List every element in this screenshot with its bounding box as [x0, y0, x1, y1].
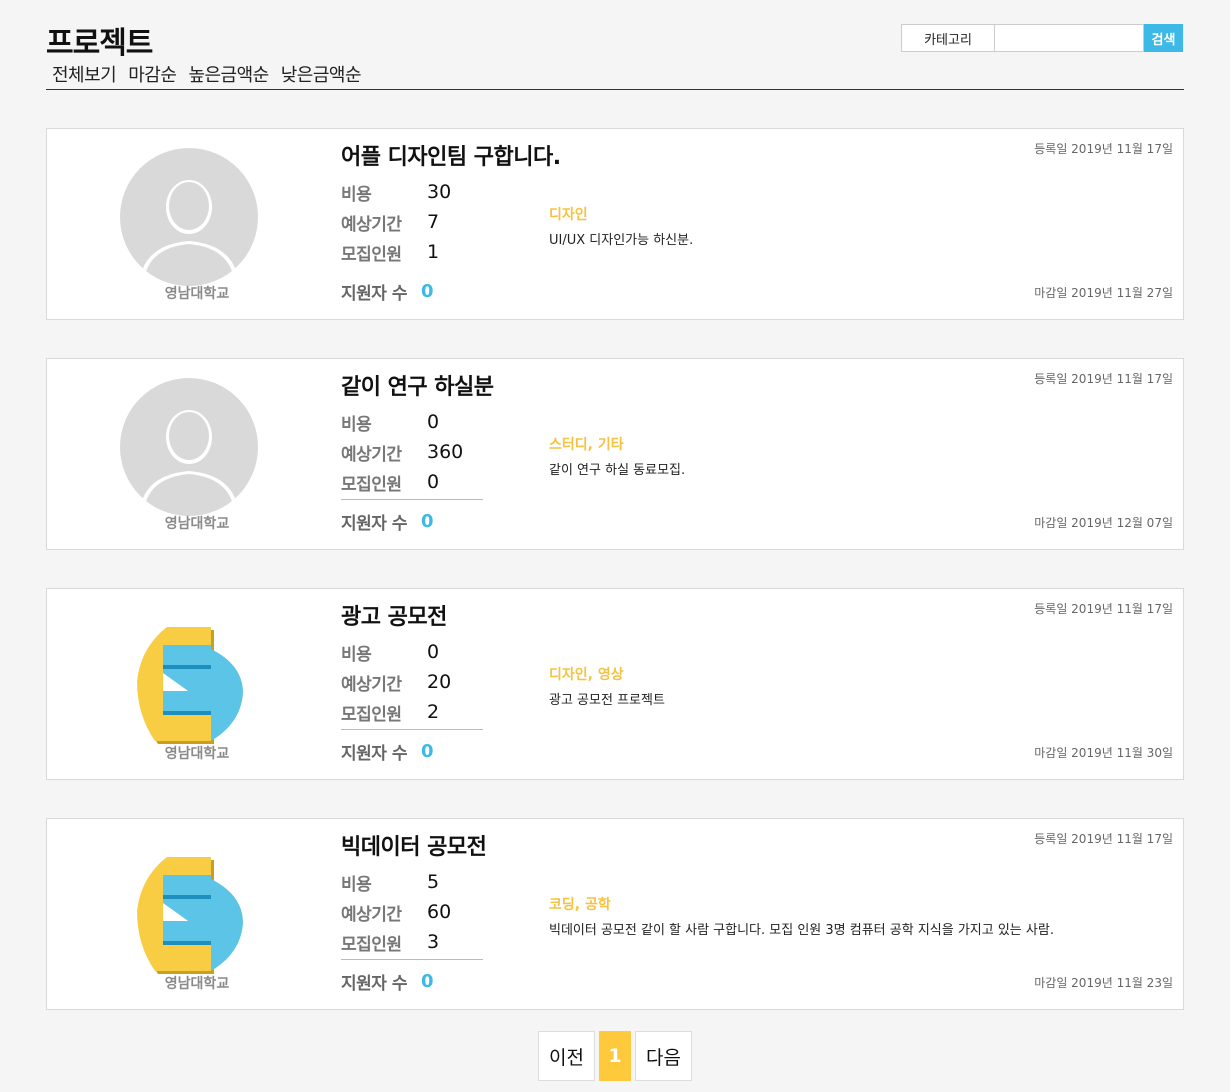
project-category: 스터디, 기타 — [549, 437, 624, 453]
project-title[interactable]: 광고 공모전 — [341, 599, 447, 631]
sort-tab-deadline[interactable]: 마감순 — [128, 64, 177, 89]
cost-value: 30 — [427, 181, 452, 203]
university-logo-icon — [137, 857, 243, 974]
registered-date: 등록일 2019년 11월 17일 — [1034, 372, 1173, 386]
cost-value: 0 — [427, 641, 440, 663]
applicants-count: 0 — [420, 281, 434, 302]
applicants-label: 지원자 수 — [341, 744, 407, 764]
registered-date: 등록일 2019년 11월 17일 — [1034, 832, 1173, 846]
duration-label: 예상기간 — [341, 904, 402, 925]
project-title[interactable]: 빅데이터 공모전 — [341, 829, 487, 861]
project-card[interactable]: 영남대학교 어플 디자인팀 구합니다. 비용 30 예상기간 7 모집인원 1 지원자… — [46, 128, 1184, 320]
cost-label: 비용 — [341, 184, 372, 205]
project-stats: 비용 0 예상기간 20 모집인원 2 — [341, 637, 483, 730]
deadline-date: 마감일 2019년 12월 07일 — [1034, 516, 1173, 530]
project-stats: 비용 5 예상기간 60 모집인원 3 — [341, 867, 483, 960]
duration-value: 360 — [427, 441, 464, 463]
project-description: UI/UX 디자인가능 하신분. — [549, 233, 694, 248]
project-description: 빅데이터 공모전 같이 할 사람 구합니다. 모집 인원 3명 컴퓨터 공학 지… — [549, 923, 1054, 938]
recruits-label: 모집인원 — [341, 934, 402, 955]
applicants: 지원자 수 0 — [341, 739, 434, 764]
sort-tab-high-price[interactable]: 높은금액순 — [188, 64, 269, 89]
project-stats: 비용 30 예상기간 7 모집인원 1 — [341, 177, 483, 267]
sort-tab-all[interactable]: 전체보기 — [52, 64, 117, 89]
search-area: 카테고리 검색 — [901, 24, 1183, 52]
duration-value: 7 — [427, 211, 440, 233]
applicants: 지원자 수 0 — [341, 509, 434, 534]
duration-label: 예상기간 — [341, 674, 402, 695]
school-name: 영남대학교 — [164, 286, 230, 302]
recruits-label: 모집인원 — [341, 704, 402, 725]
cost-value: 5 — [427, 871, 440, 893]
project-category: 디자인, 영상 — [549, 667, 624, 683]
deadline-date: 마감일 2019년 11월 23일 — [1034, 976, 1173, 990]
university-logo-icon — [137, 627, 243, 744]
recruits-value: 3 — [427, 931, 440, 953]
project-card[interactable]: 영남대학교 같이 연구 하실분 비용 0 예상기간 360 모집인원 0 지원자 수 … — [46, 358, 1184, 550]
duration-value: 60 — [427, 901, 452, 923]
applicants-count: 0 — [420, 741, 434, 762]
cost-label: 비용 — [341, 414, 372, 435]
applicants-label: 지원자 수 — [341, 514, 407, 534]
school-name: 영남대학교 — [164, 746, 230, 762]
cost-value: 0 — [427, 411, 440, 433]
applicants: 지원자 수 0 — [341, 969, 434, 994]
prev-page-button[interactable]: 이전 — [538, 1031, 595, 1081]
category-dropdown[interactable]: 카테고리 — [901, 24, 995, 52]
recruits-value: 1 — [427, 241, 440, 263]
project-category: 디자인 — [549, 207, 588, 223]
next-page-button[interactable]: 다음 — [635, 1031, 692, 1081]
duration-label: 예상기간 — [341, 214, 402, 235]
recruits-label: 모집인원 — [341, 474, 402, 495]
project-description: 광고 공모전 프로젝트 — [549, 693, 665, 708]
search-button[interactable]: 검색 — [1144, 24, 1183, 52]
applicants-count: 0 — [420, 971, 434, 992]
duration-label: 예상기간 — [341, 444, 402, 465]
project-category: 코딩, 공학 — [549, 897, 611, 913]
school-name: 영남대학교 — [164, 976, 230, 992]
sort-nav: 전체보기 마감순 높은금액순 낮은금액순 — [46, 64, 1184, 90]
project-description: 같이 연구 하실 동료모집. — [549, 463, 686, 478]
deadline-date: 마감일 2019년 11월 27일 — [1034, 286, 1173, 300]
pagination: 이전 1 다음 — [538, 1031, 692, 1081]
cost-label: 비용 — [341, 644, 372, 665]
recruits-label: 모집인원 — [341, 244, 402, 265]
recruits-value: 2 — [427, 701, 440, 723]
project-card[interactable]: 영남대학교 광고 공모전 비용 0 예상기간 20 모집인원 2 지원자 수 0 디자… — [46, 588, 1184, 780]
search-input[interactable] — [995, 24, 1144, 52]
project-title[interactable]: 어플 디자인팀 구합니다. — [341, 139, 561, 171]
project-stats: 비용 0 예상기간 360 모집인원 0 — [341, 407, 483, 500]
registered-date: 등록일 2019년 11월 17일 — [1034, 142, 1173, 156]
project-card[interactable]: 영남대학교 빅데이터 공모전 비용 5 예상기간 60 모집인원 3 지원자 수 0 … — [46, 818, 1184, 1010]
default-user-avatar-icon — [120, 378, 258, 516]
current-page-button[interactable]: 1 — [599, 1031, 631, 1081]
deadline-date: 마감일 2019년 11월 30일 — [1034, 746, 1173, 760]
default-user-avatar-icon — [120, 148, 258, 286]
page-title: 프로젝트 — [46, 26, 153, 61]
cost-label: 비용 — [341, 874, 372, 895]
project-title[interactable]: 같이 연구 하실분 — [341, 369, 494, 401]
recruits-value: 0 — [427, 471, 440, 493]
duration-value: 20 — [427, 671, 452, 693]
applicants: 지원자 수 0 — [341, 279, 434, 304]
sort-tab-low-price[interactable]: 낮은금액순 — [281, 64, 362, 89]
applicants-label: 지원자 수 — [341, 974, 407, 994]
applicants-label: 지원자 수 — [341, 284, 407, 304]
applicants-count: 0 — [420, 511, 434, 532]
school-name: 영남대학교 — [164, 516, 230, 532]
registered-date: 등록일 2019년 11월 17일 — [1034, 602, 1173, 616]
